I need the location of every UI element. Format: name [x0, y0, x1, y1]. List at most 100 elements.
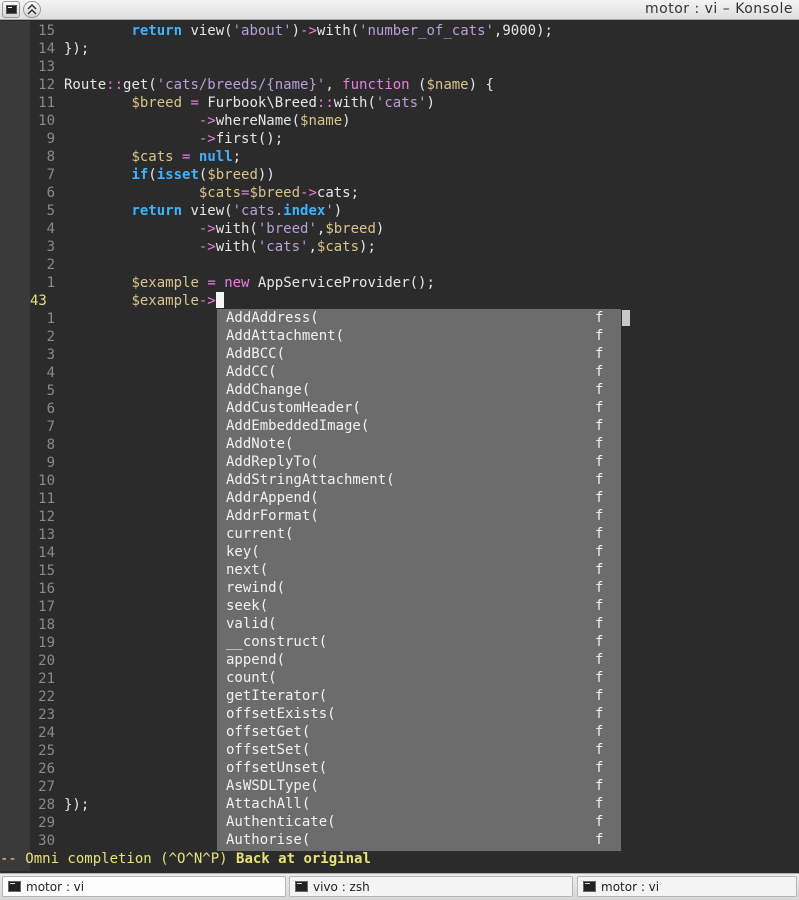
code-text: return view('cats.index') [131, 203, 343, 219]
line-number: 1 [46, 275, 55, 291]
completion-item-kind: f [595, 310, 604, 326]
window-menu-button[interactable] [2, 1, 20, 18]
completion-item-kind: f [595, 508, 604, 524]
completion-item-text: Authorise( [226, 832, 311, 848]
completion-item-kind: f [595, 634, 604, 650]
code-text: ->with('cats',$cats); [198, 239, 376, 255]
completion-item-text: getIterator( [226, 688, 328, 704]
editor-line[interactable]: 14}); [0, 40, 799, 58]
completion-item-kind: f [595, 346, 604, 362]
completion-item[interactable]: AddAttachment(f [217, 327, 621, 345]
editor-line[interactable]: 2 [0, 256, 799, 274]
completion-item-text: offsetUnset( [226, 760, 328, 776]
double-chevron-up-icon [27, 4, 37, 15]
completion-item-text: AsWSDLType( [226, 778, 319, 794]
editor-line[interactable]: 4 ->with('breed',$breed) [0, 220, 799, 238]
tab-motor-vi[interactable]: motor : vi [2, 876, 286, 897]
completion-item-kind: f [595, 526, 604, 542]
window-titlebar[interactable]: motor : vi – Konsole [0, 0, 799, 20]
completion-item[interactable]: count(f [217, 669, 621, 687]
completion-item[interactable]: AddStringAttachment(f [217, 471, 621, 489]
editor-line[interactable]: 9 ->first(); [0, 130, 799, 148]
line-number: 3 [46, 239, 55, 255]
completion-item[interactable]: append(f [217, 651, 621, 669]
current-line-number: 43 [30, 293, 47, 309]
line-number: 21 [38, 671, 55, 687]
line-number: 9 [46, 455, 55, 471]
completion-item[interactable]: AttachAll(f [217, 795, 621, 813]
line-number: 8 [46, 149, 55, 165]
completion-item-text: AttachAll( [226, 796, 311, 812]
completion-item-kind: f [595, 652, 604, 668]
line-number: 4 [46, 365, 55, 381]
editor-line[interactable]: 6 $cats=$breed->cats; [0, 184, 799, 202]
completion-item[interactable]: AddBCC( f [217, 345, 621, 363]
editor-line[interactable]: 10 ->whereName($name) [0, 112, 799, 130]
completion-item[interactable]: AddReplyTo(f [217, 453, 621, 471]
completion-item[interactable]: AddCC(f [217, 363, 621, 381]
completion-scrollbar-thumb[interactable] [622, 310, 630, 326]
editor-line[interactable]: 7 if(isset($breed)) [0, 166, 799, 184]
completion-item[interactable]: offsetExists(f [217, 705, 621, 723]
terminal-view[interactable]: 15 return view('about')->with('number_of… [0, 21, 799, 871]
completion-item[interactable]: offsetGet(f [217, 723, 621, 741]
line-number: 8 [46, 437, 55, 453]
completion-item-kind: f [595, 760, 604, 776]
completion-item[interactable]: current(f [217, 525, 621, 543]
completion-item[interactable]: Authorise( f [217, 831, 621, 849]
completion-item-text: AddCustomHeader( [226, 400, 361, 416]
tab-motor-vi-2[interactable]: motor : vi [577, 876, 797, 897]
tab-vivo-zsh[interactable]: vivo : zsh [289, 876, 573, 897]
line-number: 30 [38, 833, 55, 849]
completion-item[interactable]: AsWSDLType(f [217, 777, 621, 795]
completion-item[interactable]: AddCustomHeader(f [217, 399, 621, 417]
completion-item-kind: f [595, 490, 604, 506]
completion-item[interactable]: AddAddress(f [217, 309, 621, 327]
editor-line[interactable]: 13 [0, 58, 799, 76]
completion-item-kind: f [595, 418, 604, 434]
completion-item[interactable]: AddEmbeddedImage(f [217, 417, 621, 435]
completion-item-text: AddBCC( [226, 346, 286, 362]
status-mode-text: -- Omni completion (^O^N^P) [0, 851, 237, 867]
completion-item-text: __construct( [226, 634, 328, 650]
completion-item[interactable]: getIterator(f [217, 687, 621, 705]
completion-item[interactable]: __construct( f [217, 633, 621, 651]
line-number: 12 [38, 77, 55, 93]
editor-line[interactable]: 43 $example-> [0, 292, 799, 310]
editor-line[interactable]: 12 Route::get('cats/breeds/{name}', funct… [0, 76, 799, 94]
completion-item[interactable]: AddNote(f [217, 435, 621, 453]
completion-item[interactable]: AddrAppend(f [217, 489, 621, 507]
completion-item[interactable]: rewind(f [217, 579, 621, 597]
editor-line[interactable]: 11 $breed = Furbook\Breed::with('cats') [0, 94, 799, 112]
completion-item[interactable]: AddChange(f [217, 381, 621, 399]
completion-item[interactable]: next(f [217, 561, 621, 579]
line-number: 24 [38, 725, 55, 741]
editor-line[interactable]: 1 $example = new AppServiceProvider(); [0, 274, 799, 292]
completion-item[interactable]: Authenticate(f [217, 813, 621, 831]
editor-line[interactable]: 5 return view('cats.index') [0, 202, 799, 220]
editor-line[interactable]: 8 $cats = null; [0, 148, 799, 166]
completion-item[interactable]: valid(f [217, 615, 621, 633]
editor-line[interactable]: 15 return view('about')->with('number_of… [0, 22, 799, 40]
completion-item-kind: f [595, 706, 604, 722]
completion-item[interactable]: offsetUnset( f [217, 759, 621, 777]
completion-item-kind: f [595, 364, 604, 380]
line-number: 15 [38, 23, 55, 39]
keep-above-button[interactable] [23, 1, 41, 18]
line-number: 20 [38, 653, 55, 669]
line-number: 14 [38, 41, 55, 57]
completion-item-text: offsetSet( [226, 742, 311, 758]
line-number: 4 [46, 221, 55, 237]
line-number: 11 [38, 95, 55, 111]
code-text: return view('about')->with('number_of_ca… [131, 23, 553, 39]
completion-item-kind: f [595, 454, 604, 470]
completion-item[interactable]: seek(f [217, 597, 621, 615]
line-number: 10 [38, 113, 55, 129]
completion-item[interactable]: AddrFormat(f [217, 507, 621, 525]
completion-item[interactable]: key(f [217, 543, 621, 561]
completion-popup[interactable]: AddAddress(f AddAttachment(f AddBCC(f AddCC… [217, 309, 621, 851]
completion-scrollbar[interactable] [621, 309, 631, 851]
editor-line[interactable]: 3 ->with('cats',$cats); [0, 238, 799, 256]
completion-item[interactable]: offsetSet(f [217, 741, 621, 759]
completion-item-kind: f [595, 832, 604, 848]
